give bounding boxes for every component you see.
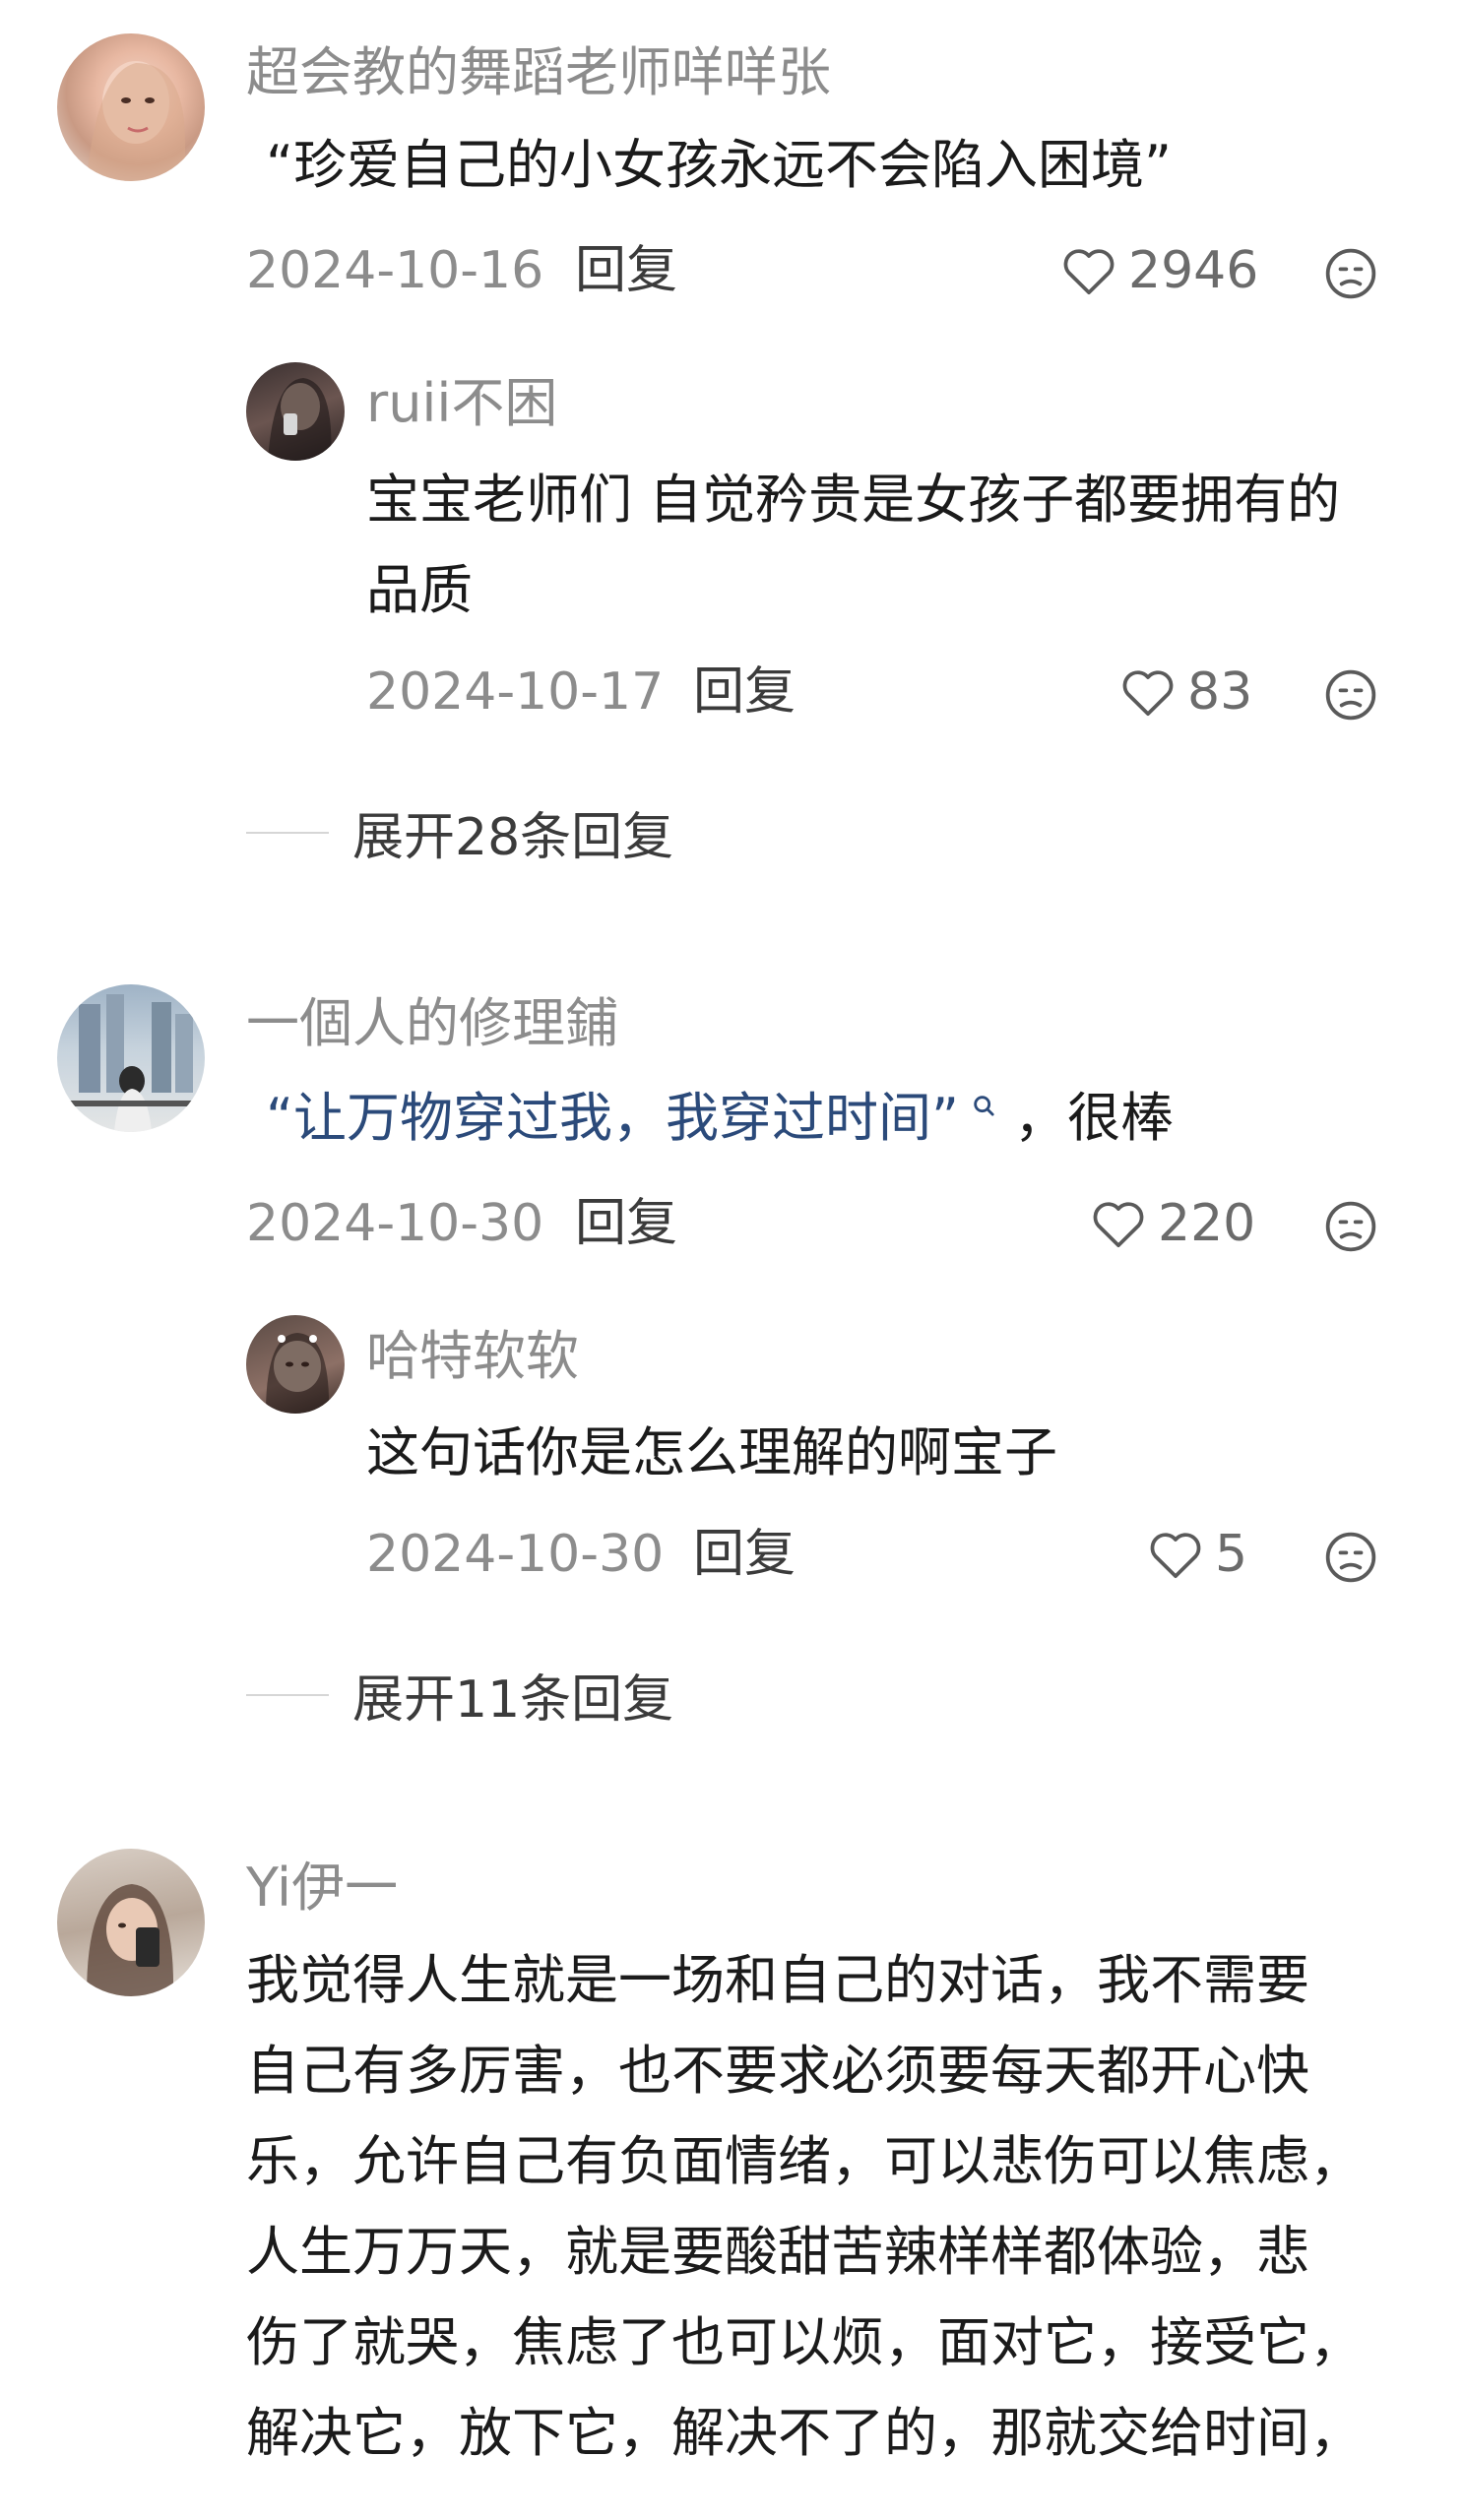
reply-button[interactable]: 回复 bbox=[693, 1524, 796, 1585]
comment-date: 2024-10-16 bbox=[246, 241, 544, 300]
avatar[interactable] bbox=[246, 1315, 345, 1414]
comment-text-line: 我觉得人生就是一场和自己的对话，我不需要 bbox=[246, 1949, 1309, 2011]
like-count: 220 bbox=[1158, 1194, 1256, 1253]
like-button[interactable]: 2946 bbox=[1061, 240, 1258, 301]
search-link[interactable]: “让万物穿过我，我穿过时间” bbox=[266, 1087, 959, 1149]
like-button[interactable]: 220 bbox=[1091, 1193, 1255, 1254]
like-button[interactable]: 5 bbox=[1148, 1524, 1247, 1585]
comment-author[interactable]: 一個人的修理鋪 bbox=[246, 992, 618, 1056]
expand-replies-button[interactable]: 展开11条回复 bbox=[246, 1658, 673, 1732]
avatar-image bbox=[268, 378, 332, 461]
comment-text-line: 乐，允许自己有负面情绪，可以悲伤可以焦虑， bbox=[246, 2130, 1363, 2192]
avatar-image bbox=[87, 1884, 174, 1996]
comment-text-line: 人生万万天，就是要酸甜苦辣样样都体验，悲 bbox=[246, 2221, 1309, 2283]
reply-author[interactable]: ruii不困 bbox=[366, 372, 557, 436]
heart-outline-icon bbox=[1093, 1202, 1144, 1248]
reply-button[interactable]: 回复 bbox=[575, 240, 677, 301]
divider bbox=[246, 1693, 329, 1696]
avatar-image bbox=[57, 994, 205, 1132]
comment-text-rest: ，很棒 bbox=[1013, 1087, 1174, 1149]
reply-button[interactable]: 回复 bbox=[575, 1193, 677, 1254]
avatar-image bbox=[87, 61, 185, 181]
heart-outline-icon bbox=[1063, 249, 1115, 295]
comment-text: “让万物穿过我，我穿过时间” ，很棒 bbox=[266, 1073, 1174, 1164]
sad-face-icon[interactable] bbox=[1323, 246, 1378, 301]
reply-date: 2024-10-30 bbox=[366, 1525, 665, 1584]
like-count: 83 bbox=[1187, 662, 1253, 722]
like-count: 2946 bbox=[1128, 241, 1259, 300]
sad-face-icon[interactable] bbox=[1323, 667, 1378, 723]
comment-text-line: 自己有多厉害，也不要求必须要每天都开心快 bbox=[246, 2040, 1309, 2102]
comment-author[interactable]: Yi伊一 bbox=[246, 1857, 398, 1921]
reply-date: 2024-10-17 bbox=[366, 662, 665, 722]
avatar-image bbox=[266, 1333, 330, 1414]
avatar[interactable] bbox=[57, 984, 205, 1132]
heart-outline-icon bbox=[1122, 670, 1174, 717]
reply-text-line: 品质 bbox=[366, 559, 473, 621]
avatar[interactable] bbox=[57, 1849, 205, 1996]
comment-text-line: 解决它，放下它，解决不了的，那就交给时间， bbox=[246, 2402, 1363, 2464]
like-button[interactable]: 83 bbox=[1120, 662, 1252, 723]
expand-replies-label: 展开28条回复 bbox=[352, 808, 674, 867]
reply-text-line: 宝宝老师们 自觉矜贵是女孩子都要拥有的 bbox=[366, 469, 1341, 531]
expand-replies-button[interactable]: 展开28条回复 bbox=[246, 795, 673, 869]
reply-text-line: 这句话你是怎么理解的啊宝子 bbox=[366, 1421, 1057, 1483]
sad-face-icon[interactable] bbox=[1323, 1199, 1378, 1254]
comment-author[interactable]: 超会教的舞蹈老师咩咩张 bbox=[246, 41, 831, 105]
avatar[interactable] bbox=[246, 362, 345, 461]
comment-date: 2024-10-30 bbox=[246, 1194, 544, 1253]
heart-outline-icon bbox=[1150, 1533, 1201, 1579]
expand-replies-label: 展开11条回复 bbox=[352, 1670, 674, 1730]
comment-text-line: 伤了就哭，焦虑了也可以烦，面对它，接受它， bbox=[246, 2311, 1363, 2373]
avatar[interactable] bbox=[57, 33, 205, 181]
sad-face-icon[interactable] bbox=[1323, 1530, 1378, 1585]
divider bbox=[246, 831, 329, 834]
reply-button[interactable]: 回复 bbox=[693, 662, 796, 723]
like-count: 5 bbox=[1215, 1525, 1248, 1584]
reply-author[interactable]: 哈特软软 bbox=[366, 1325, 579, 1389]
comment-text: “珍爱自己的小女孩永远不会陷入困境” bbox=[266, 134, 1172, 196]
